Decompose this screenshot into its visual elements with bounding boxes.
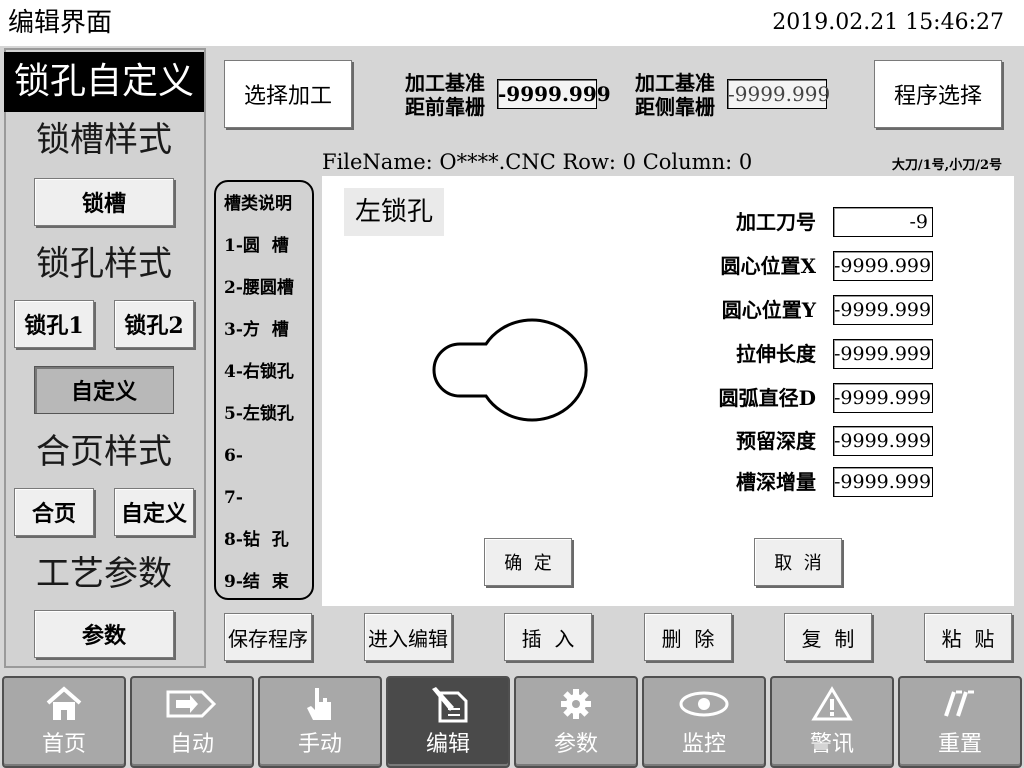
- left-lock-hole-shape: [432, 318, 588, 422]
- warning-icon: [772, 684, 892, 724]
- param-label-diameter: 圆弧直径D: [718, 386, 816, 410]
- save-program-button[interactable]: 保存程序: [224, 613, 312, 661]
- section-lock-style: 锁孔样式: [36, 244, 172, 284]
- select-process-button[interactable]: 选择加工: [224, 60, 352, 128]
- datetime-display: 2019.02.21 15:46:27: [772, 10, 1004, 35]
- nav-auto[interactable]: 自动: [130, 676, 254, 768]
- param-field-center-y[interactable]: -9999.999: [833, 295, 933, 325]
- section-hinge-style: 合页样式: [36, 432, 172, 472]
- ref-front-field[interactable]: -9999.999: [497, 79, 611, 109]
- program-select-button[interactable]: 程序选择: [874, 60, 1002, 128]
- nav-manual[interactable]: 手动: [258, 676, 382, 768]
- param-field-depth-increment[interactable]: -9999.999: [833, 467, 933, 497]
- hinge-custom-button[interactable]: 自定义: [114, 488, 194, 536]
- ref-side-field[interactable]: -9999.999: [727, 79, 830, 109]
- edit-document-icon: [388, 684, 508, 724]
- slot-button[interactable]: 锁槽: [34, 178, 174, 226]
- ref-side-label-2: 距侧靠栅: [635, 95, 715, 119]
- param-field-reserve-depth[interactable]: -9999.999: [833, 426, 933, 456]
- file-info: FileName: O****.CNC Row: 0 Column: 0: [322, 150, 753, 174]
- nav-label: 监控: [681, 732, 726, 757]
- hinge-button[interactable]: 合页: [14, 488, 94, 536]
- left-panel-title: 锁孔自定义: [4, 52, 204, 112]
- nav-label: 编辑: [425, 732, 470, 757]
- param-field-diameter[interactable]: -9999.999: [833, 383, 933, 413]
- section-process-params: 工艺参数: [36, 554, 172, 594]
- lock-custom-button[interactable]: 自定义: [34, 366, 174, 414]
- slot-type-item: 9-结 束: [224, 572, 289, 592]
- cancel-button[interactable]: 取 消: [754, 538, 842, 586]
- nav-label: 手动: [297, 732, 342, 757]
- paste-button[interactable]: 粘 贴: [924, 613, 1012, 661]
- nav-label: 首页: [41, 732, 86, 757]
- tool-hint: 大刀/1号,小刀/2号: [891, 158, 1002, 173]
- ref-front-label-2: 距前靠栅: [405, 95, 485, 119]
- param-label-center-y: 圆心位置Y: [721, 298, 816, 322]
- param-field-center-x[interactable]: -9999.999: [833, 251, 933, 281]
- param-field-tool[interactable]: -9: [833, 207, 933, 237]
- section-slot-style: 锁槽样式: [36, 120, 172, 160]
- confirm-button[interactable]: 确 定: [484, 538, 572, 586]
- shape-title: 左锁孔: [344, 188, 444, 236]
- params-button[interactable]: 参数: [34, 610, 174, 658]
- nav-home[interactable]: 首页: [2, 676, 126, 768]
- param-label-stretch: 拉伸长度: [736, 342, 816, 366]
- nav-alarm[interactable]: 警讯: [770, 676, 894, 768]
- nav-label: 参数: [553, 732, 598, 757]
- ref-side-label-1: 加工基准: [635, 71, 715, 95]
- param-label-reserve-depth: 预留深度: [736, 429, 816, 453]
- nav-monitor[interactable]: 监控: [642, 676, 766, 768]
- nav-label: 自动: [169, 732, 214, 757]
- nav-params[interactable]: 参数: [514, 676, 638, 768]
- param-field-stretch[interactable]: -9999.999: [833, 339, 933, 369]
- nav-label: 警讯: [809, 732, 854, 757]
- reset-icon: [900, 684, 1020, 724]
- slot-type-item: 7-: [224, 488, 243, 508]
- slot-type-item: 2-腰圆槽: [224, 278, 294, 298]
- slot-type-item: 1-圆 槽: [224, 236, 289, 256]
- hand-pointer-icon: [260, 684, 380, 724]
- slot-type-item: 4-右锁孔: [224, 362, 294, 382]
- param-label-center-x: 圆心位置X: [720, 254, 816, 278]
- insert-button[interactable]: 插 入: [504, 613, 592, 661]
- nav-reset[interactable]: 重置: [898, 676, 1022, 768]
- enter-edit-button[interactable]: 进入编辑: [364, 613, 452, 661]
- ref-front-label-1: 加工基准: [405, 71, 485, 95]
- page-title: 编辑界面: [8, 8, 113, 38]
- copy-button[interactable]: 复 制: [784, 613, 872, 661]
- nav-label: 重置: [937, 732, 982, 757]
- home-icon: [4, 684, 124, 724]
- gear-icon: [516, 684, 636, 724]
- param-label-tool: 加工刀号: [736, 210, 816, 234]
- nav-edit[interactable]: 编辑: [386, 676, 510, 768]
- param-label-depth-increment: 槽深增量: [736, 470, 816, 494]
- lock1-button[interactable]: 锁孔1: [14, 300, 94, 348]
- slot-type-item: 6-: [224, 446, 243, 466]
- delete-button[interactable]: 删 除: [644, 613, 732, 661]
- lock2-button[interactable]: 锁孔2: [114, 300, 194, 348]
- eye-icon: [644, 684, 764, 724]
- slot-type-item: 5-左锁孔: [224, 404, 294, 424]
- slot-type-item: 8-钻 孔: [224, 530, 289, 550]
- slot-type-item: 3-方 槽: [224, 320, 289, 340]
- slot-type-heading: 槽类说明: [224, 194, 292, 214]
- auto-arrow-icon: [132, 684, 252, 724]
